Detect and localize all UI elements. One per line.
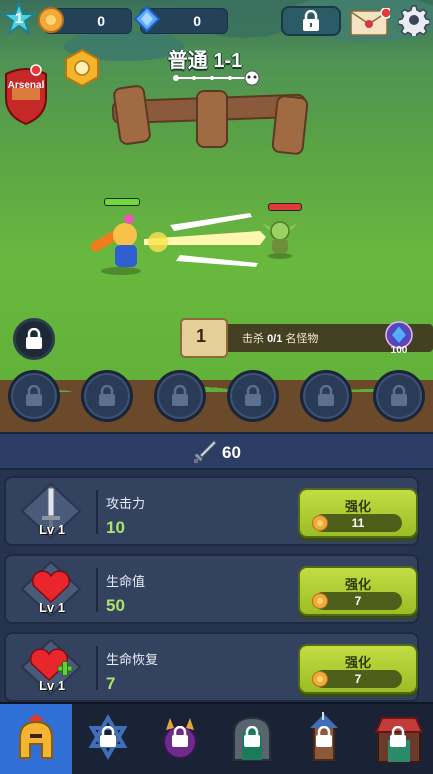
regen-label: 生命恢复 — [106, 652, 159, 667]
upgrade-cost-value: 7 — [354, 672, 362, 686]
upgrade-cost: 7 — [312, 670, 402, 688]
skill-slot-locked[interactable] — [81, 370, 133, 422]
upgrade-attack-button[interactable]: 强化 11 — [298, 488, 418, 538]
lock-icon — [26, 385, 42, 406]
player-level: 1 — [14, 10, 24, 27]
skill-slot-locked[interactable] — [154, 370, 206, 422]
nav-tab-hero[interactable] — [0, 704, 72, 774]
health-level: Lv 1 — [38, 600, 65, 615]
divider — [96, 646, 98, 690]
coin-icon — [38, 7, 64, 33]
locked-feature-button[interactable] — [281, 6, 341, 36]
lock-icon — [99, 385, 115, 406]
enemy-hp-bar — [268, 203, 302, 211]
upgrade-cost: 11 — [312, 514, 402, 532]
goblin-enemy — [262, 221, 298, 259]
lock-icon — [172, 726, 188, 747]
skill-slot-locked[interactable] — [373, 370, 425, 422]
upgrade-cost-value: 11 — [351, 516, 365, 530]
lock-icon — [245, 385, 261, 406]
quest-text-suffix: 名怪物 — [282, 333, 319, 345]
lock-icon — [303, 10, 319, 31]
lock-icon — [172, 385, 188, 406]
guild-crest[interactable]: Arsenal — [2, 64, 50, 126]
upgrade-panel: Lv 1 攻击力 10 强化 11 Lv 1 生命值 50 强化 7 Lv 1 … — [0, 470, 433, 702]
stage-title: 普通 1-1 — [167, 50, 243, 72]
auto-battle-locked-button[interactable] — [13, 318, 55, 360]
attack-value: 10 — [106, 518, 125, 537]
upgrade-button-label: 强化 — [344, 499, 371, 514]
hexagon-badge-icon[interactable] — [62, 48, 102, 88]
nav-tab-tower[interactable] — [288, 704, 360, 774]
lock-icon — [244, 726, 260, 747]
attack-label: 攻击力 — [106, 496, 146, 511]
shield-icon — [5, 64, 47, 126]
upgrade-cost: 7 — [312, 592, 402, 610]
upgrade-cost-value: 7 — [354, 594, 362, 608]
lock-icon — [26, 328, 42, 349]
lock-icon — [100, 726, 116, 747]
mail-icon[interactable] — [350, 8, 390, 36]
health-value: 50 — [106, 596, 125, 615]
upgrade-health-button[interactable]: 强化 7 — [298, 566, 418, 616]
upgrade-regen-button[interactable]: 强化 7 — [298, 644, 418, 694]
player-level-badge[interactable]: 1 — [2, 2, 36, 36]
dirt-ground — [0, 362, 433, 432]
quest-progress: 0/1 — [267, 333, 283, 345]
coin-value: 0 — [97, 13, 105, 29]
upgrade-card-health: Lv 1 生命值 50 强化 7 — [4, 554, 419, 624]
regen-level: Lv 1 — [38, 678, 65, 693]
combat-power-bar: 60 — [0, 432, 433, 470]
upgrade-card-attack: Lv 1 攻击力 10 强化 11 — [4, 476, 419, 546]
gem-value: 0 — [193, 13, 201, 29]
attack-slash-effect — [144, 213, 266, 267]
health-label: 生命值 — [106, 574, 146, 589]
nav-tab-shop[interactable] — [360, 704, 432, 774]
upgrade-card-regen: Lv 1 生命恢复 7 强化 7 — [4, 632, 419, 702]
skill-slot-locked[interactable] — [8, 370, 60, 422]
quest-text: 击杀 0/1 名怪物 — [242, 330, 318, 346]
divider — [96, 568, 98, 612]
quest-text-prefix: 击杀 — [242, 333, 268, 345]
stage-progress-track — [173, 70, 260, 86]
nav-tab-skills[interactable] — [72, 704, 144, 774]
lock-icon — [316, 726, 332, 747]
upgrade-button-label: 强化 — [344, 577, 371, 592]
quest-reward-amount: 100 — [390, 345, 408, 356]
upgrade-button-label: 强化 — [344, 655, 371, 670]
attack-level: Lv 1 — [38, 522, 65, 537]
lock-icon — [318, 385, 334, 406]
quest-step: 1 — [196, 326, 207, 346]
nav-tab-pets[interactable] — [144, 704, 216, 774]
spartan-helmet-icon — [19, 714, 53, 759]
fence-post — [196, 90, 228, 148]
gem-icon — [134, 6, 160, 32]
lock-icon — [391, 385, 407, 406]
divider — [96, 490, 98, 534]
settings-gear-icon[interactable] — [398, 4, 430, 36]
bottom-nav — [0, 702, 433, 774]
regen-value: 7 — [106, 674, 116, 693]
guild-name: Arsenal — [7, 80, 45, 91]
combat-power-value: 60 — [222, 443, 241, 462]
nav-tab-dungeon[interactable] — [216, 704, 288, 774]
sword-icon — [194, 440, 217, 463]
skill-slot-locked[interactable] — [300, 370, 352, 422]
skill-slot-locked[interactable] — [227, 370, 279, 422]
quest-banner[interactable]: 1 击杀 0/1 名怪物 100 — [180, 318, 433, 358]
fence-post — [271, 94, 309, 156]
lock-icon — [390, 726, 406, 747]
